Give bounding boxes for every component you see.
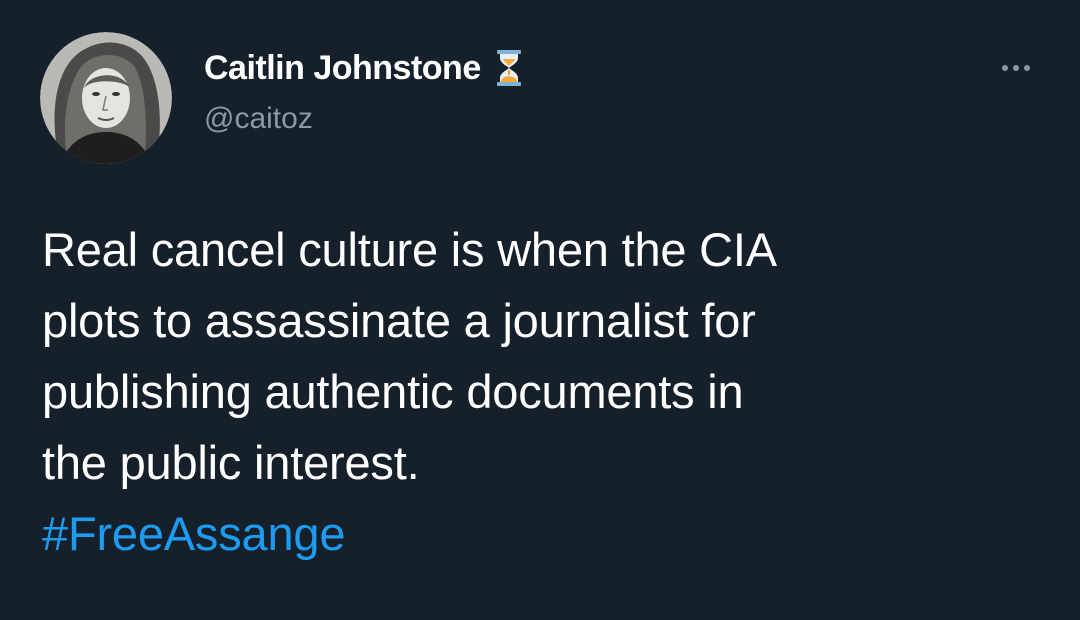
more-options-icon — [1002, 65, 1008, 71]
author-handle[interactable]: @caitoz — [204, 102, 523, 136]
hourglass-icon — [495, 49, 523, 87]
more-options-button[interactable] — [996, 56, 1036, 80]
avatar[interactable] — [40, 32, 172, 164]
tweet-text-line: Real cancel culture is when the CIA — [42, 223, 777, 276]
more-options-icon-dot — [1024, 65, 1030, 71]
avatar-portrait-image — [40, 32, 172, 164]
tweet-text-line: publishing authentic documents in — [42, 365, 744, 418]
tweet-text: Real cancel culture is when the CIA plot… — [42, 214, 1052, 569]
tweet-text-line: plots to assassinate a journalist for — [42, 294, 756, 347]
tweet-card: Caitlin Johnstone @caitoz Real cancel cu… — [0, 0, 1080, 620]
more-options-icon-dot — [1013, 65, 1019, 71]
tweet-text-line: the public interest. — [42, 436, 420, 489]
author-display-name[interactable]: Caitlin Johnstone — [204, 49, 481, 88]
hashtag-link[interactable]: #FreeAssange — [42, 498, 1052, 569]
author-block: Caitlin Johnstone @caitoz — [204, 48, 523, 136]
author-name-row: Caitlin Johnstone — [204, 48, 523, 88]
